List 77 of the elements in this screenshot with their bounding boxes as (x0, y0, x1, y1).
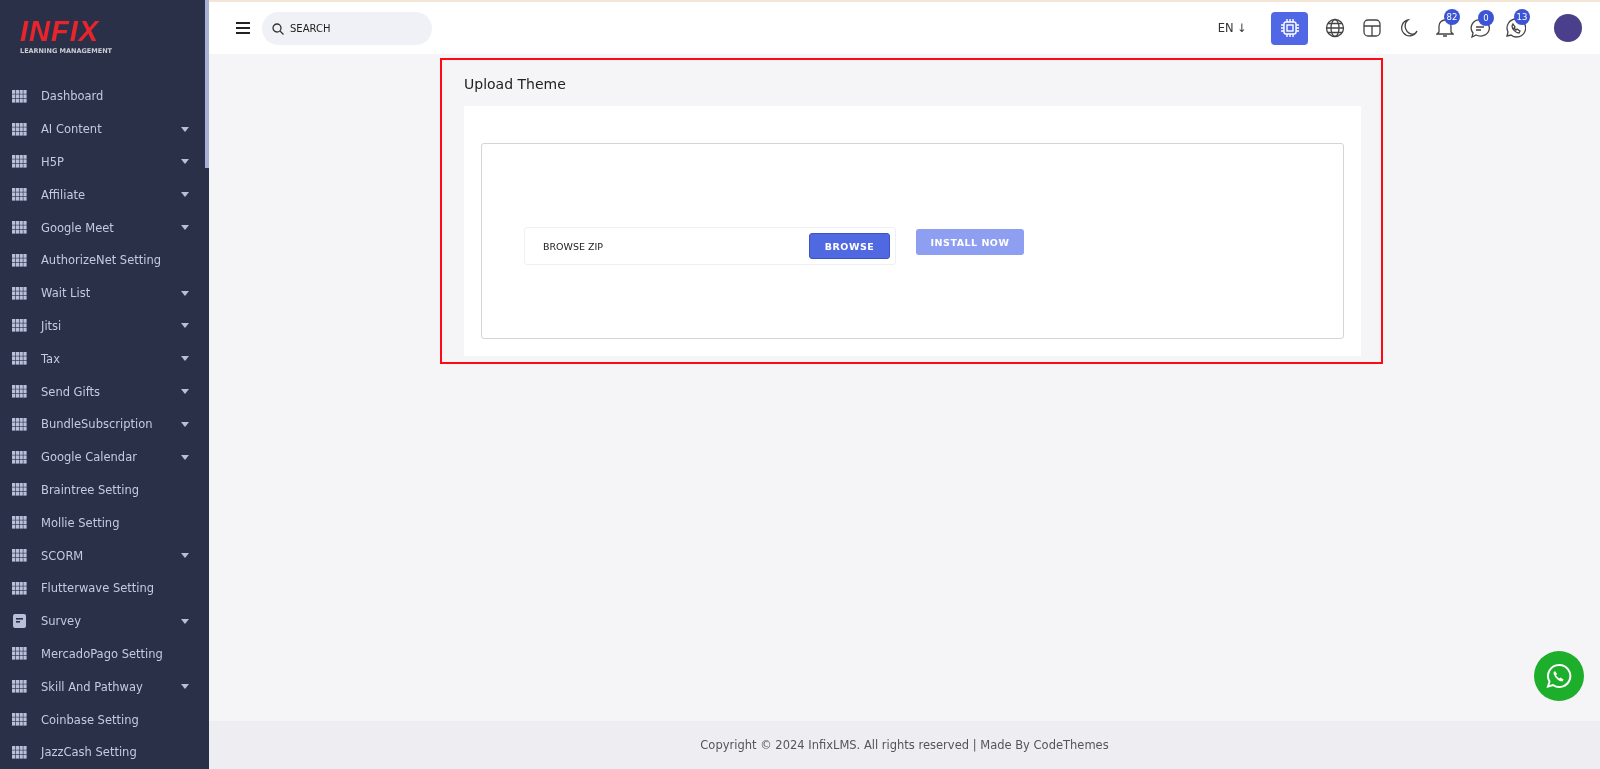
count-badge: 0 (1478, 9, 1494, 26)
caret-icon (181, 192, 189, 198)
grid-icon (12, 319, 27, 333)
sidebar-item[interactable]: Google Calendar (0, 440, 209, 474)
layout-icon[interactable] (1362, 18, 1382, 38)
caret-icon (181, 454, 189, 460)
sidebar-item[interactable]: SCORM (0, 539, 209, 572)
grid-icon (12, 516, 27, 530)
grid-icon (12, 385, 27, 399)
sidebar-item[interactable]: Affiliate (0, 178, 209, 212)
grid-icon (12, 713, 27, 727)
grid-icon (12, 745, 27, 759)
sidebar-item[interactable]: Wait List (0, 276, 209, 310)
caret-icon (181, 389, 189, 395)
browse-button[interactable]: BROWSE (809, 233, 890, 259)
caret-icon (181, 159, 189, 165)
caret-icon (181, 684, 189, 690)
caret-icon (181, 553, 189, 559)
sidebar-item[interactable]: Skill And Pathway (0, 670, 209, 704)
sidebar-item[interactable]: Coinbase Setting (0, 703, 209, 736)
whatsapp-button[interactable] (1534, 651, 1584, 701)
bell-icon[interactable] (1436, 18, 1454, 38)
sidebar-item[interactable]: Survey (0, 604, 209, 638)
sidebar-item[interactable]: Mollie Setting (0, 506, 209, 540)
grid-icon (12, 253, 27, 267)
search-icon (272, 22, 284, 35)
grid-icon (12, 89, 27, 103)
count-badge: 13 (1514, 9, 1530, 25)
moon-icon[interactable] (1399, 18, 1419, 38)
grid-icon (12, 221, 27, 235)
grid-icon (12, 680, 27, 694)
search-field[interactable]: SEARCH (262, 11, 432, 45)
menu-icon[interactable] (236, 22, 250, 34)
grid-icon (12, 286, 27, 300)
caret-icon (181, 421, 189, 427)
phone-chat-icon[interactable] (1506, 18, 1526, 38)
grid-icon (12, 155, 27, 169)
grid-icon (12, 417, 27, 431)
caret-icon (181, 290, 189, 296)
count-badge: 82 (1444, 9, 1460, 25)
caret-icon (181, 126, 189, 132)
grid-icon (12, 483, 27, 497)
sidebar-item[interactable]: JazzCash Setting (0, 735, 209, 769)
grid-icon (12, 188, 27, 202)
file-field[interactable]: BROWSE ZIP BROWSE (524, 227, 896, 265)
sidebar-item[interactable]: Braintree Setting (0, 473, 209, 507)
sidebar-item[interactable]: H5P (0, 145, 209, 179)
grid-icon (12, 549, 27, 563)
globe-icon[interactable] (1325, 18, 1345, 38)
footer-text: Copyright © 2024 InfixLMS. All rights reserved | Made By CodeThemes (700, 738, 1109, 752)
sidebar-item[interactable]: AI Content (0, 112, 209, 146)
grid-icon (12, 647, 27, 661)
sidebar-item[interactable]: Dashboard (0, 80, 209, 113)
form-icon (12, 614, 27, 629)
sidebar-item[interactable]: Send Gifts (0, 375, 209, 408)
whatsapp-icon (1546, 663, 1572, 689)
sidebar-item[interactable]: MercadoPago Setting (0, 637, 209, 671)
grid-icon (12, 581, 27, 595)
scrollbar-thumb[interactable] (205, 0, 209, 168)
grid-icon (12, 450, 27, 464)
caret-icon (181, 618, 189, 624)
sidebar-item[interactable]: Tax (0, 342, 209, 376)
section-title: Upload Theme (464, 76, 566, 92)
grid-icon (12, 122, 27, 136)
chip-icon (1279, 18, 1300, 38)
sidebar-item[interactable]: Flutterwave Setting (0, 571, 209, 605)
sidebar-item[interactable]: Google Meet (0, 211, 209, 244)
caret-icon (181, 323, 189, 329)
avatar[interactable] (1554, 14, 1582, 42)
caret-icon (181, 356, 189, 362)
caret-icon (181, 225, 189, 231)
sidebar-item[interactable]: AuthorizeNet Setting (0, 244, 209, 277)
language-selector[interactable]: EN ↓ (1217, 21, 1247, 35)
sidebar-item[interactable]: BundleSubscription (0, 407, 209, 441)
grid-icon (12, 352, 27, 366)
sidebar-item[interactable]: Jitsi (0, 309, 209, 343)
ai-chip-button[interactable] (1271, 11, 1308, 45)
